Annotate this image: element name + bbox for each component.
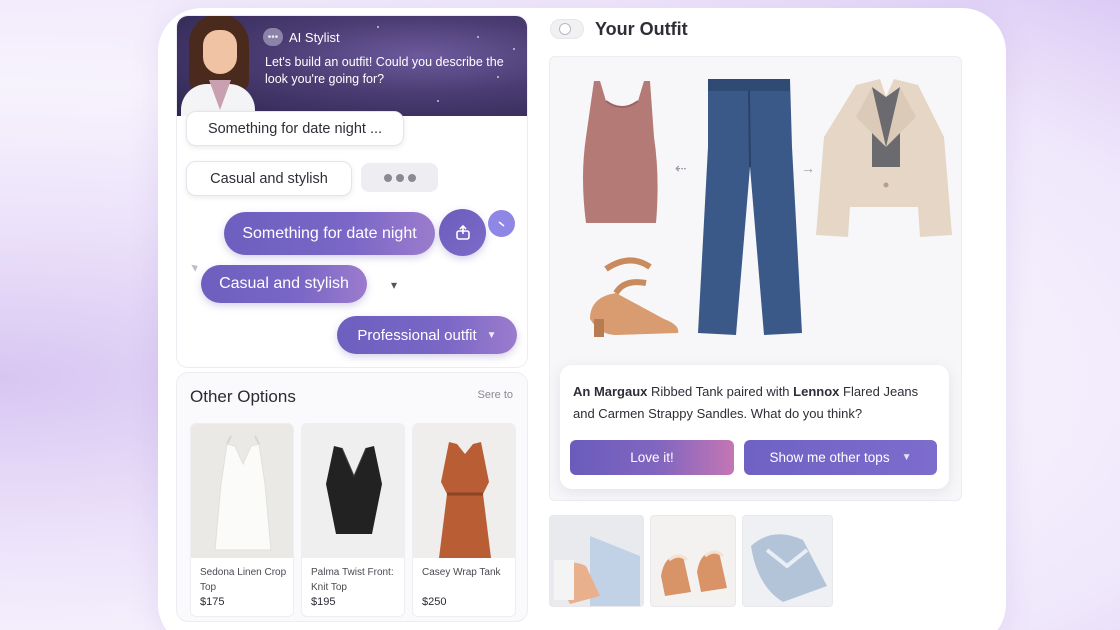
typing-indicator [361, 163, 438, 192]
product-card[interactable]: Palma Twist Front: Knit Top $195 [301, 423, 405, 617]
outfit-description: An Margaux Ribbed Tank paired with Lenno… [573, 381, 933, 425]
product-card[interactable]: Sedona Linen Crop Top $175 [190, 423, 294, 617]
love-it-button[interactable]: Love it! [570, 440, 734, 475]
product-name: Sedona Linen Crop Top [200, 567, 287, 593]
show-other-tops-label: Show me other tops [769, 450, 890, 465]
description-text-1: Ribbed Tank paired with [647, 384, 794, 399]
user-message-label: Casual and stylish [219, 275, 349, 292]
product-name: Palma Twist Front: Knit Top [311, 567, 394, 593]
user-message-casual[interactable]: Casual and stylish [201, 265, 367, 303]
product-price: $195 [311, 596, 336, 608]
chat-bubble-icon: ••• [263, 28, 283, 46]
stylist-avatar [181, 16, 255, 116]
outfit-thumbnail[interactable] [549, 515, 644, 607]
product-name: Casey Wrap Tank [422, 567, 501, 578]
tank-top-image [583, 81, 658, 223]
description-brand-2: Lennox [793, 384, 840, 399]
share-button[interactable] [439, 209, 486, 256]
product-image [413, 424, 515, 558]
other-options-panel: Other Options Sere to Sedona Linen Crop … [176, 372, 528, 622]
chevron-down-icon: ▼ [486, 329, 497, 341]
product-card[interactable]: Casey Wrap Tank $250 [412, 423, 516, 617]
edit-badge[interactable] [488, 210, 515, 237]
description-brand-1: An Margaux [573, 384, 648, 399]
bot-name: AI Stylist [289, 29, 340, 45]
product-price: $175 [200, 596, 225, 608]
chevron-down-icon: ▼ [901, 452, 912, 463]
chat-header: ••• AI Stylist Let's build an outfit! Co… [177, 16, 527, 116]
product-image [191, 424, 293, 558]
show-other-tops-button[interactable]: Show me other tops ▼ [744, 440, 937, 475]
arrow-left-icon: ⇠ [675, 160, 687, 176]
user-message-date-night[interactable]: Something for date night [224, 212, 435, 255]
outfit-toggle[interactable] [550, 19, 584, 39]
suggestion-chip-casual[interactable]: Casual and stylish [186, 161, 352, 196]
user-message-professional[interactable]: Professional outfit ▼ [337, 316, 517, 354]
product-image [302, 424, 404, 558]
see-all-link[interactable]: Sere to [478, 389, 513, 401]
jeans-image [698, 79, 802, 335]
love-it-label: Love it! [630, 450, 674, 465]
pencil-icon [498, 220, 504, 227]
outfit-description-card: An Margaux Ribbed Tank paired with Lenno… [560, 365, 949, 489]
outfit-thumbnail[interactable] [742, 515, 833, 607]
suggestion-chip-date-night[interactable]: Something for date night ... [186, 111, 404, 146]
product-price: $250 [422, 596, 447, 608]
bot-message: Let's build an outfit! Could you describ… [265, 55, 504, 86]
user-message-label: Something for date night [242, 224, 417, 242]
outfit-title: Your Outfit [595, 19, 688, 39]
chevron-down-icon[interactable]: ▾ [391, 278, 397, 292]
outfit-thumbnail[interactable] [650, 515, 736, 607]
arrow-right-icon: → [801, 160, 815, 176]
sandal-image [590, 257, 679, 337]
blazer-image [816, 79, 952, 237]
other-options-title: Other Options [190, 387, 296, 406]
user-message-label: Professional outfit [357, 326, 477, 344]
share-icon [455, 224, 470, 240]
